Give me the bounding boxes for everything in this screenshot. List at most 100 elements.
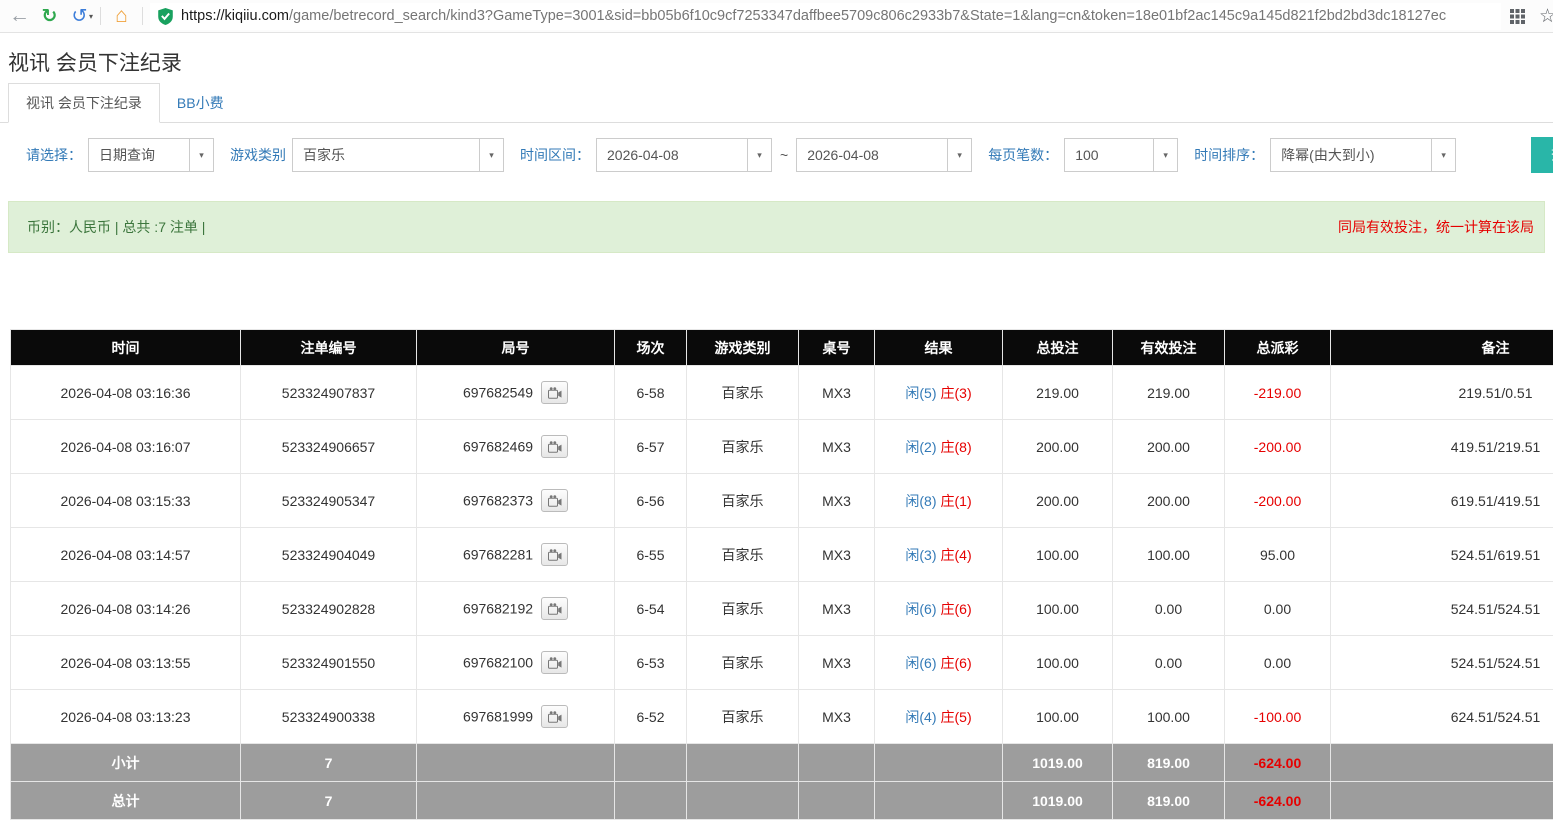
round-id-text: 697682281 bbox=[463, 547, 533, 563]
url-path: /game/betrecord_search/kind3?GameType=30… bbox=[289, 8, 1446, 24]
col-header-time: 时间 bbox=[11, 330, 241, 366]
cell-time: 2026-04-08 03:16:07 bbox=[11, 420, 241, 474]
chevron-down-icon: ▾ bbox=[757, 150, 762, 161]
cell-total-bet: 100.00 bbox=[1003, 690, 1113, 744]
game-type-dropdown-button[interactable]: ▾ bbox=[480, 138, 504, 172]
favorite-star-icon[interactable]: ☆ bbox=[1534, 3, 1553, 30]
cell-session: 6-54 bbox=[615, 582, 687, 636]
result-player: 闲(6) bbox=[905, 655, 936, 671]
filter-label-page-size: 每页笔数： bbox=[988, 145, 1058, 165]
toolbar-divider bbox=[100, 7, 101, 25]
query-type-value[interactable]: 日期查询 bbox=[88, 138, 190, 172]
col-header-result: 结果 bbox=[875, 330, 1003, 366]
filter-label-game-type: 游戏类别 bbox=[230, 145, 286, 165]
view-video-button[interactable] bbox=[541, 381, 568, 404]
url-text[interactable]: https://kiqiiu.com/game/betrecord_search… bbox=[181, 8, 1446, 24]
tab-bar: 视讯 会员下注纪录 BB小费 bbox=[0, 85, 1553, 123]
cell-valid-bet: 100.00 bbox=[1113, 528, 1225, 582]
tab-label: BB小费 bbox=[177, 95, 224, 111]
view-video-button[interactable] bbox=[541, 651, 568, 674]
round-id-text: 697682100 bbox=[463, 655, 533, 671]
undo-dropdown-caret[interactable]: ▾ bbox=[89, 12, 93, 21]
empty-cell bbox=[687, 782, 799, 820]
cell-session: 6-53 bbox=[615, 636, 687, 690]
result-player: 闲(2) bbox=[905, 439, 936, 455]
sort-order-select[interactable]: 降幂(由大到小) ▾ bbox=[1270, 138, 1456, 172]
currency-summary-text: 币别：人民币 | 总共 :7 注单 | bbox=[27, 217, 205, 237]
notice-warning-text: 同局有效投注，统一计算在该局 bbox=[1338, 217, 1534, 237]
col-header-table-no: 桌号 bbox=[799, 330, 875, 366]
subtotal-row: 小计 7 1019.00 819.00 -624.00 bbox=[11, 744, 1553, 782]
cell-round-id: 697682549 bbox=[417, 366, 615, 420]
cell-session: 6-58 bbox=[615, 366, 687, 420]
cell-game-type: 百家乐 bbox=[687, 690, 799, 744]
refresh-icon[interactable]: ↻ bbox=[36, 3, 63, 30]
search-button[interactable]: 查询 bbox=[1531, 137, 1553, 173]
security-shield-icon[interactable] bbox=[158, 8, 173, 25]
date-from-dropdown-button[interactable]: ▾ bbox=[748, 138, 772, 172]
view-video-button[interactable] bbox=[541, 705, 568, 728]
cell-note: 219.51/0.51 bbox=[1331, 366, 1553, 420]
result-player: 闲(6) bbox=[905, 601, 936, 617]
date-from-picker[interactable]: 2026-04-08 ▾ bbox=[596, 138, 772, 172]
sort-order-dropdown-button[interactable]: ▾ bbox=[1432, 138, 1456, 172]
result-player: 闲(4) bbox=[905, 709, 936, 725]
cell-time: 2026-04-08 03:16:36 bbox=[11, 366, 241, 420]
col-header-round-id: 局号 bbox=[417, 330, 615, 366]
cell-total-bet: 100.00 bbox=[1003, 636, 1113, 690]
cell-valid-bet: 100.00 bbox=[1113, 690, 1225, 744]
empty-cell bbox=[615, 782, 687, 820]
undo-control[interactable]: ↺ ▾ bbox=[66, 3, 93, 30]
cell-round-id: 697682192 bbox=[417, 582, 615, 636]
tab-betrecord[interactable]: 视讯 会员下注纪录 bbox=[8, 83, 160, 123]
cell-valid-bet: 200.00 bbox=[1113, 420, 1225, 474]
cell-payout: -100.00 bbox=[1225, 690, 1331, 744]
view-video-button[interactable] bbox=[541, 489, 568, 512]
result-banker: 庄(1) bbox=[941, 493, 972, 509]
view-video-button[interactable] bbox=[541, 597, 568, 620]
cell-time: 2026-04-08 03:14:26 bbox=[11, 582, 241, 636]
date-to-value[interactable]: 2026-04-08 bbox=[796, 138, 948, 172]
page-size-dropdown-button[interactable]: ▾ bbox=[1154, 138, 1178, 172]
date-to-dropdown-button[interactable]: ▾ bbox=[948, 138, 972, 172]
back-icon[interactable]: ← bbox=[6, 3, 33, 30]
round-id-text: 697682549 bbox=[463, 385, 533, 401]
cell-note: 524.51/619.51 bbox=[1331, 528, 1553, 582]
table-row: 2026-04-08 03:16:07 523324906657 6976824… bbox=[11, 420, 1553, 474]
cell-note: 619.51/419.51 bbox=[1331, 474, 1553, 528]
table-row: 2026-04-08 03:13:23 523324900338 6976819… bbox=[11, 690, 1553, 744]
apps-grid-icon[interactable] bbox=[1504, 3, 1531, 30]
view-video-button[interactable] bbox=[541, 435, 568, 458]
table-row: 2026-04-08 03:15:33 523324905347 6976823… bbox=[11, 474, 1553, 528]
date-to-picker[interactable]: 2026-04-08 ▾ bbox=[796, 138, 972, 172]
query-type-select[interactable]: 日期查询 ▾ bbox=[88, 138, 214, 172]
address-bar[interactable]: https://kiqiiu.com/game/betrecord_search… bbox=[150, 3, 1501, 30]
page-size-value[interactable]: 100 bbox=[1064, 138, 1154, 172]
date-from-value[interactable]: 2026-04-08 bbox=[596, 138, 748, 172]
tab-bb-tip[interactable]: BB小费 bbox=[160, 84, 241, 122]
cell-session: 6-56 bbox=[615, 474, 687, 528]
empty-cell bbox=[417, 744, 615, 782]
cell-session: 6-52 bbox=[615, 690, 687, 744]
col-header-total-bet: 总投注 bbox=[1003, 330, 1113, 366]
total-label: 总计 bbox=[11, 782, 241, 820]
total-count: 7 bbox=[241, 782, 417, 820]
query-type-dropdown-button[interactable]: ▾ bbox=[190, 138, 214, 172]
game-type-value[interactable]: 百家乐 bbox=[292, 138, 480, 172]
cell-time: 2026-04-08 03:15:33 bbox=[11, 474, 241, 528]
view-video-button[interactable] bbox=[541, 543, 568, 566]
cell-round-id: 697682100 bbox=[417, 636, 615, 690]
cell-game-type: 百家乐 bbox=[687, 582, 799, 636]
cell-bet-id: 523324907837 bbox=[241, 366, 417, 420]
home-icon[interactable]: ⌂ bbox=[108, 3, 135, 30]
result-banker: 庄(3) bbox=[941, 385, 972, 401]
page-size-select[interactable]: 100 ▾ bbox=[1064, 138, 1178, 172]
cell-total-bet: 100.00 bbox=[1003, 582, 1113, 636]
game-type-select[interactable]: 百家乐 ▾ bbox=[292, 138, 504, 172]
cell-table-no: MX3 bbox=[799, 636, 875, 690]
chevron-down-icon: ▾ bbox=[957, 150, 962, 161]
cell-round-id: 697682281 bbox=[417, 528, 615, 582]
col-header-payout: 总派彩 bbox=[1225, 330, 1331, 366]
sort-order-value[interactable]: 降幂(由大到小) bbox=[1270, 138, 1432, 172]
toolbar-divider bbox=[142, 7, 143, 25]
